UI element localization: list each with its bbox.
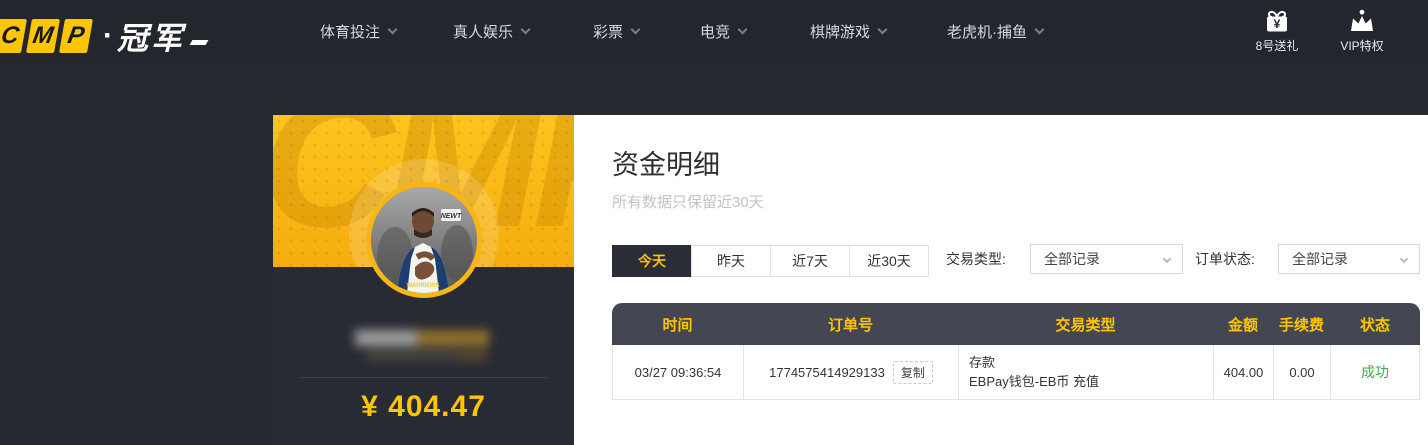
transactions-table: 时间 订单号 交易类型 金额 手续费 状态 03/27 09:36:54 177… xyxy=(612,303,1420,400)
tab-today[interactable]: 今天 xyxy=(612,245,692,277)
nav-item-label: 体育投注 xyxy=(320,21,380,42)
nav-item-label: 真人娱乐 xyxy=(453,21,513,42)
header-time: 时间 xyxy=(612,314,743,335)
tab-last-30-days[interactable]: 近30天 xyxy=(849,245,929,277)
cell-amount: 404.00 xyxy=(1214,345,1274,399)
fund-details-panel: 资金明细 所有数据只保留近30天 今天 昨天 近7天 近30天 交易类型: 全部… xyxy=(574,115,1428,445)
order-status-label: 订单状态: xyxy=(1195,244,1255,274)
order-number: 1774575414929133 xyxy=(769,365,885,380)
order-status-select[interactable]: 全部记录 xyxy=(1278,244,1420,274)
chevron-down-icon xyxy=(388,24,398,34)
order-status-value: 全部记录 xyxy=(1292,249,1348,269)
tab-yesterday[interactable]: 昨天 xyxy=(691,245,771,277)
copy-button[interactable]: 复制 xyxy=(893,361,933,384)
transaction-type-label: 交易类型: xyxy=(946,244,1006,274)
nav-item-label: 彩票 xyxy=(593,21,623,42)
chevron-down-icon xyxy=(878,24,888,34)
header-order-no: 订单号 xyxy=(743,314,958,335)
logo-letter-box: P xyxy=(59,19,93,53)
shortcut-vip-label: VIP特权 xyxy=(1330,37,1394,54)
nav-item-sports[interactable]: 体育投注 xyxy=(320,0,396,62)
transaction-type-line1: 存款 xyxy=(969,353,995,372)
logo-brand-text: 冠军 xyxy=(117,13,185,58)
nav-item-board-games[interactable]: 棋牌游戏 xyxy=(810,0,886,62)
shortcut-gift-label: 8号送礼 xyxy=(1245,37,1309,54)
logo-separator: · xyxy=(103,19,113,53)
nav-item-label: 电竞 xyxy=(700,21,730,42)
transaction-type-value: 全部记录 xyxy=(1044,249,1100,269)
transaction-type-line2: EBPay钱包-EB币 充值 xyxy=(969,372,1099,391)
page-subtitle: 所有数据只保留近30天 xyxy=(612,191,764,212)
chevron-down-icon xyxy=(1035,24,1045,34)
table-header-row: 时间 订单号 交易类型 金额 手续费 状态 xyxy=(612,303,1420,345)
chevron-down-icon xyxy=(631,24,641,34)
logo-accent-dash xyxy=(190,40,209,45)
account-balance: ¥ 404.47 xyxy=(273,390,574,424)
cell-transaction-type: 存款 EBPay钱包-EB币 充值 xyxy=(959,345,1214,399)
date-range-tabs: 今天 昨天 近7天 近30天 xyxy=(612,245,929,277)
header-status: 状态 xyxy=(1330,314,1420,335)
transaction-type-select[interactable]: 全部记录 xyxy=(1030,244,1183,274)
tab-last-7-days[interactable]: 近7天 xyxy=(770,245,850,277)
gift-icon: ¥ xyxy=(1245,6,1309,34)
header-amount: 金额 xyxy=(1213,314,1273,335)
logo-letter-box: M xyxy=(26,19,60,53)
cell-time: 03/27 09:36:54 xyxy=(613,345,744,399)
shortcut-gift[interactable]: ¥ 8号送礼 xyxy=(1245,6,1309,54)
cell-order-no: 1774575414929133 复制 xyxy=(744,345,959,399)
chevron-down-icon xyxy=(521,24,531,34)
nav-item-live-casino[interactable]: 真人娱乐 xyxy=(453,0,529,62)
header-fee: 手续费 xyxy=(1273,314,1330,335)
svg-text:NEWT: NEWT xyxy=(441,213,462,220)
table-row: 03/27 09:36:54 1774575414929133 复制 存款 EB… xyxy=(612,345,1420,400)
username-redacted xyxy=(355,330,497,370)
header-transaction-type: 交易类型 xyxy=(958,314,1213,335)
status-badge: 成功 xyxy=(1361,362,1389,382)
chevron-down-icon xyxy=(1400,255,1408,263)
nav-item-lottery[interactable]: 彩票 xyxy=(593,0,639,62)
svg-text:WARRIORS: WARRIORS xyxy=(407,283,440,289)
nav-item-esports[interactable]: 电竞 xyxy=(700,0,746,62)
crown-icon xyxy=(1330,6,1394,34)
nav-item-label: 老虎机·捕鱼 xyxy=(947,21,1027,42)
svg-text:¥: ¥ xyxy=(1274,17,1281,31)
page-title: 资金明细 xyxy=(612,143,720,182)
chevron-down-icon xyxy=(738,24,748,34)
profile-card: CMP NEWT WARRIORS xyxy=(273,115,574,445)
top-navbar: C M P · 冠军 体育投注 真人娱乐 彩票 电竞 棋牌游戏 老虎机·捕鱼 xyxy=(0,0,1428,62)
nav-item-label: 棋牌游戏 xyxy=(810,21,870,42)
chevron-down-icon xyxy=(1163,255,1171,263)
divider xyxy=(299,377,548,378)
logo-letter-box: C xyxy=(0,19,27,53)
cell-status: 成功 xyxy=(1331,345,1419,399)
cell-fee: 0.00 xyxy=(1274,345,1331,399)
shortcut-vip[interactable]: VIP特权 xyxy=(1330,6,1394,54)
site-logo[interactable]: C M P · 冠军 xyxy=(0,13,207,58)
avatar[interactable]: NEWT WARRIORS xyxy=(366,182,482,298)
nav-item-slots-fishing[interactable]: 老虎机·捕鱼 xyxy=(947,0,1043,62)
